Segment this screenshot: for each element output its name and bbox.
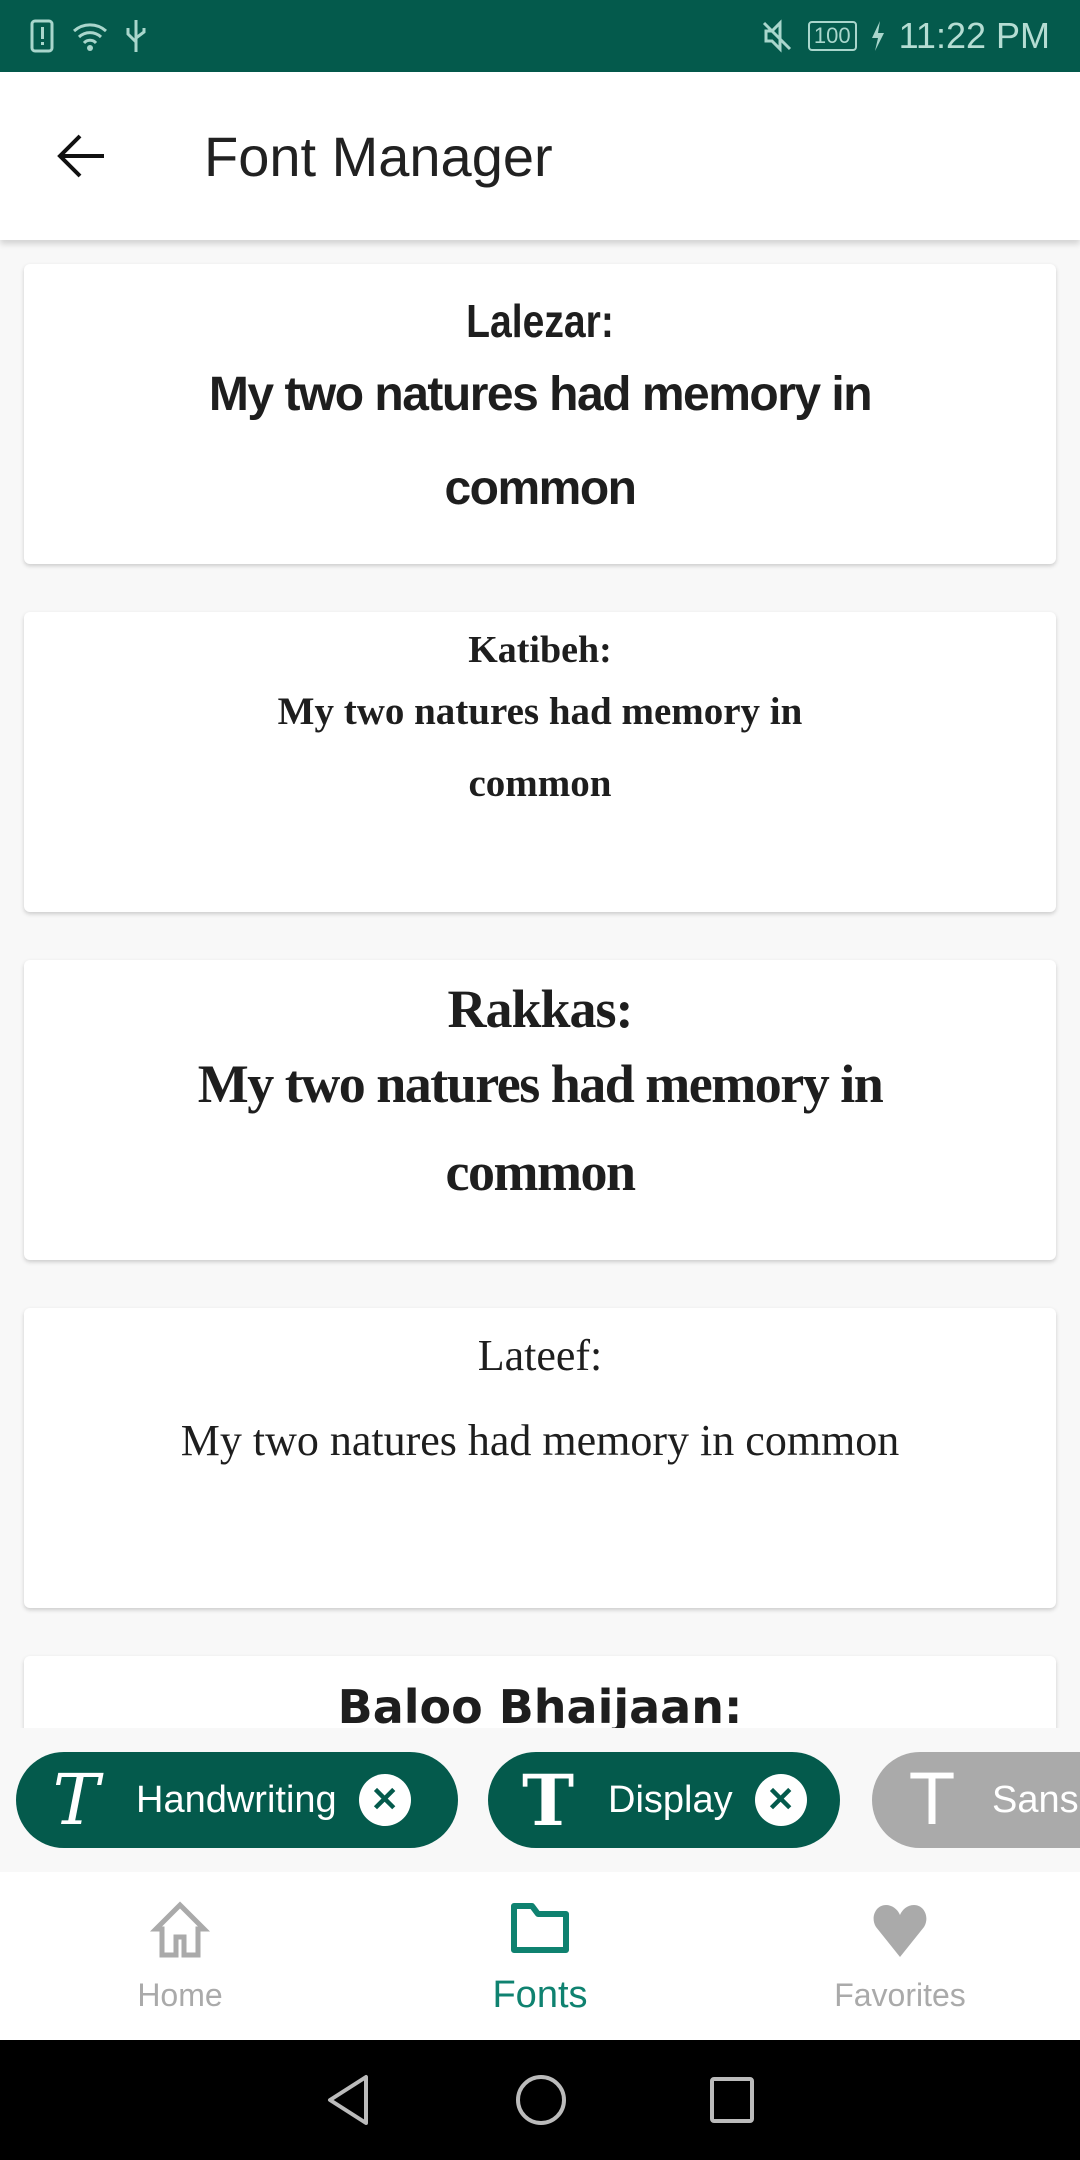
usb-icon xyxy=(126,20,146,52)
charging-icon xyxy=(871,21,884,51)
font-sample: My two natures had memory in common xyxy=(180,1416,900,1465)
clock: 11:22 PM xyxy=(898,15,1050,56)
arrow-back-icon xyxy=(57,134,104,178)
system-home-icon[interactable] xyxy=(514,2073,568,2127)
system-back-icon[interactable] xyxy=(324,2073,374,2127)
font-sample: My two natures had memory in common xyxy=(277,690,803,805)
font-card-rakkas[interactable]: Rakkas: My two natures had memory in com… xyxy=(24,960,1056,1260)
home-icon xyxy=(149,1900,211,1957)
font-name: Katibeh: xyxy=(468,629,612,671)
font-card-lalezar[interactable]: Lalezar: My two natures had memory in co… xyxy=(24,264,1056,564)
font-card-katibeh[interactable]: Katibeh: My two natures had memory in co… xyxy=(24,612,1056,912)
chip-label: Handwriting xyxy=(136,1778,337,1821)
mute-icon xyxy=(762,19,791,53)
nav-home[interactable]: Home xyxy=(0,1872,360,2040)
handwriting-t-icon: T xyxy=(52,1759,100,1841)
app-bar: Font Manager xyxy=(0,72,1080,240)
nav-fonts[interactable]: Fonts xyxy=(360,1872,720,2040)
nav-label: Favorites xyxy=(834,1976,966,2013)
nav-label: Home xyxy=(137,1976,223,2013)
bottom-navigation: Home Fonts Favorites xyxy=(0,1872,1080,2040)
system-recents-icon[interactable] xyxy=(708,2075,756,2125)
battery-icon: 100 xyxy=(807,21,857,51)
system-navigation-bar xyxy=(0,2040,1080,2160)
filter-chip-display[interactable]: T Display ✕ xyxy=(488,1752,840,1848)
font-list[interactable]: Lalezar: My two natures had memory in co… xyxy=(0,240,1080,1728)
nav-favorites[interactable]: Favorites xyxy=(720,1872,1080,2040)
font-sample: My two natures had memory in common xyxy=(197,1054,884,1202)
display-t-icon: T xyxy=(521,1758,575,1842)
font-sample: My two natures had memory in common xyxy=(208,368,873,515)
font-name: Baloo Bhaijaan: xyxy=(337,1680,743,1728)
font-card-baloo-bhaijaan[interactable]: Baloo Bhaijaan: xyxy=(24,1656,1056,1728)
wifi-icon xyxy=(73,23,107,51)
remove-chip-icon[interactable]: ✕ xyxy=(358,1774,411,1826)
font-card-lateef[interactable]: Lateef: My two natures had memory in com… xyxy=(24,1308,1056,1608)
page-title: Font Manager xyxy=(204,124,553,188)
remove-chip-icon[interactable]: ✕ xyxy=(754,1774,807,1826)
filter-chip-sans[interactable]: T Sans xyxy=(872,1752,1080,1848)
nav-label: Fonts xyxy=(492,1973,588,2016)
filter-chip-handwriting[interactable]: T Handwriting ✕ xyxy=(16,1752,458,1848)
back-button[interactable] xyxy=(52,126,112,186)
font-name: Lateef: xyxy=(477,1331,603,1380)
sans-t-icon: T xyxy=(910,1759,954,1841)
sim-alert-icon xyxy=(30,19,54,53)
chip-label: Sans xyxy=(992,1778,1079,1821)
status-bar: 100 11:22 PM xyxy=(0,0,1080,72)
font-name: Lalezar: xyxy=(466,295,614,347)
chip-label: Display xyxy=(608,1778,733,1821)
font-name: Rakkas: xyxy=(447,979,633,1039)
filter-chip-bar[interactable]: T Handwriting ✕ T Display ✕ T Sans xyxy=(0,1728,1080,1872)
heart-icon xyxy=(873,1904,927,1957)
folder-icon xyxy=(511,1902,569,1953)
